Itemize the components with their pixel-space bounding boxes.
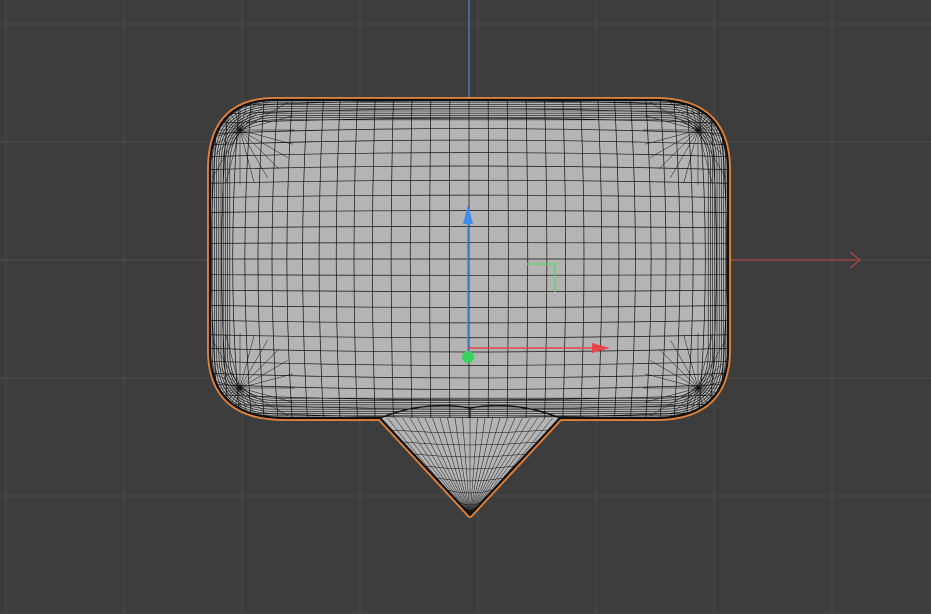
- speech-bubble-mesh[interactable]: [185, 75, 753, 517]
- gizmo-origin-point[interactable]: [462, 351, 474, 363]
- viewport-canvas[interactable]: [0, 0, 931, 614]
- 3d-viewport[interactable]: [0, 0, 931, 614]
